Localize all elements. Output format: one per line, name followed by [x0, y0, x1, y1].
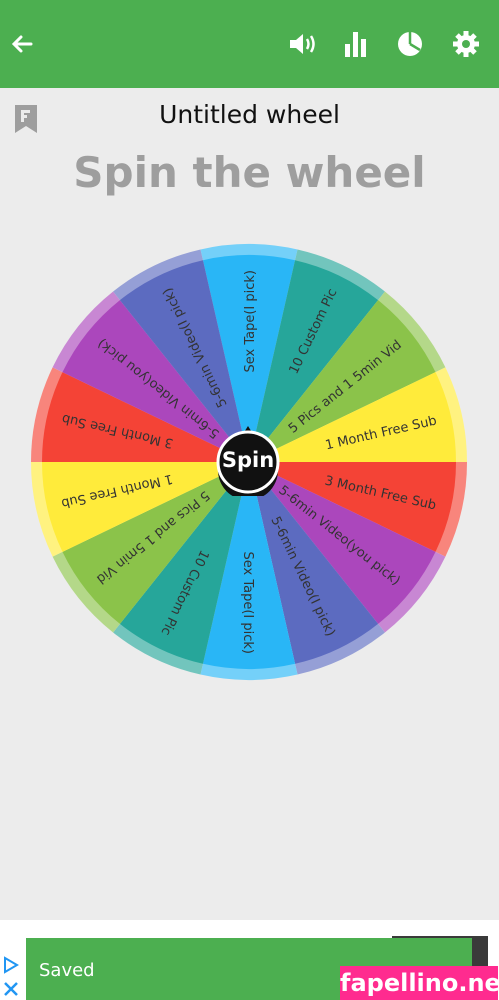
- wheel-segment-label: Sex Tape(I pick): [240, 551, 255, 654]
- spin-label[interactable]: Spin: [213, 448, 283, 472]
- sound-button[interactable]: [280, 22, 324, 66]
- app-bar: [0, 0, 499, 88]
- snackbar-message: Saved: [39, 960, 95, 981]
- settings-button[interactable]: [444, 22, 488, 66]
- arrow-left-icon: [11, 35, 33, 53]
- page-subtitle: Spin the wheel: [73, 148, 426, 197]
- pie-chart-icon: [398, 32, 422, 56]
- speaker-icon: [290, 34, 315, 54]
- back-button[interactable]: [0, 22, 44, 66]
- ad-choices-icon[interactable]: [0, 955, 22, 1000]
- close-icon: [4, 982, 18, 996]
- results-button[interactable]: [388, 22, 432, 66]
- wheel-segment-label: Sex Tape(I pick): [243, 270, 258, 373]
- bar-chart-icon: [345, 32, 366, 57]
- gear-icon: [453, 31, 479, 57]
- wheel-title[interactable]: Untitled wheel: [0, 100, 499, 129]
- stats-button[interactable]: [334, 22, 378, 66]
- watermark: fapellino.net: [340, 966, 499, 1000]
